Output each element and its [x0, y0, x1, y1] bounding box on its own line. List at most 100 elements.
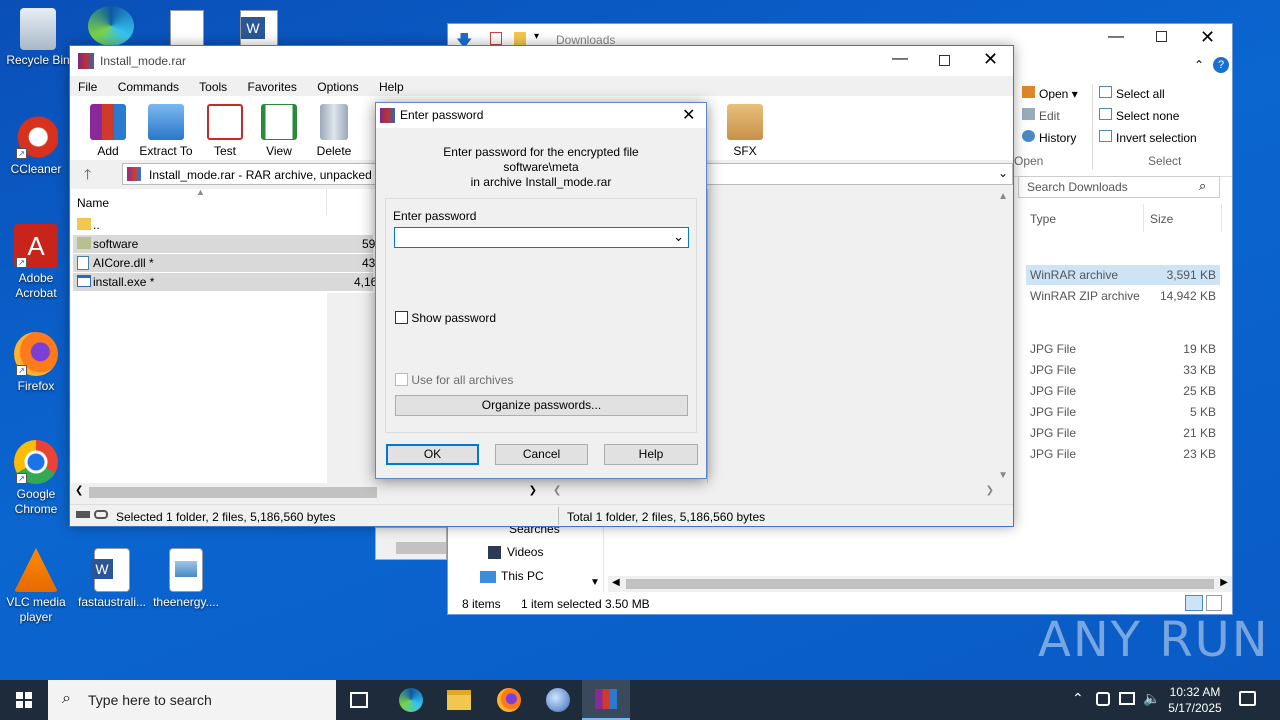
nav-scroll-down-icon[interactable]: ▼ [590, 577, 600, 588]
column-header-size[interactable]: Size [1150, 212, 1173, 226]
details-view-icon[interactable] [1185, 595, 1203, 611]
view-button[interactable]: View [251, 104, 307, 158]
show-password-checkbox[interactable]: Show password [395, 310, 496, 325]
cancel-button[interactable]: Cancel [495, 444, 588, 465]
organize-passwords-button[interactable]: Organize passwords... [395, 395, 688, 416]
table-row[interactable]: JPG File 19 KB [1026, 339, 1220, 359]
search-icon: ⌕ [62, 690, 71, 707]
preview-horizontal-scrollbar[interactable]: ❮ ❯ [545, 483, 1012, 501]
column-header-name[interactable]: Name [77, 196, 109, 210]
notifications-icon[interactable] [1239, 691, 1256, 706]
image-file-icon [169, 548, 203, 592]
task-view-icon[interactable] [350, 692, 368, 708]
nav-item-this-pc[interactable]: This PC [480, 569, 544, 583]
desktop-icon-image-file[interactable]: theenergy.... [150, 548, 222, 610]
help-icon[interactable]: ? [1213, 57, 1229, 73]
menu-file[interactable]: File [78, 80, 97, 94]
delete-button[interactable]: Delete [306, 104, 362, 158]
app-taskbar-icon[interactable] [546, 688, 570, 712]
select-none-button[interactable]: Select none [1099, 108, 1179, 123]
minimize-icon[interactable]: — [892, 50, 908, 68]
up-arrow-icon[interactable]: 🡑 [84, 164, 91, 188]
close-icon[interactable]: ✕ [682, 105, 695, 125]
key-icon [94, 510, 108, 519]
add-button[interactable]: Add [80, 104, 136, 158]
horizontal-scrollbar[interactable]: ◀ ▶ [608, 576, 1232, 592]
select-group-label: Select [1148, 154, 1182, 168]
table-row[interactable]: JPG File 23 KB [1026, 444, 1220, 464]
menu-tools[interactable]: Tools [199, 80, 227, 94]
extract-to-button[interactable]: Extract To [136, 104, 196, 158]
exe-file-icon [77, 275, 91, 287]
ribbon-collapse-icon[interactable]: ⌃ [1194, 58, 1204, 72]
anyrun-watermark: ANY RUN [1038, 612, 1270, 668]
enter-password-dialog[interactable]: Enter password ✕ Enter password for the … [375, 102, 707, 479]
desktop-icon-google-chrome[interactable]: ↗ Google Chrome [0, 440, 72, 517]
table-row[interactable]: JPG File 5 KB [1026, 402, 1220, 422]
table-row[interactable]: WinRAR archive 3,591 KB [1026, 265, 1220, 285]
row-type: JPG File [1030, 447, 1077, 461]
network-icon[interactable] [1119, 692, 1135, 705]
close-icon[interactable]: ✕ [983, 49, 998, 70]
winrar-taskbar-button[interactable] [582, 680, 630, 720]
quick-access-dropdown-icon[interactable]: ▾ [534, 31, 539, 42]
clock-date: 5/17/2025 [1168, 701, 1222, 715]
firefox-taskbar-icon[interactable] [497, 688, 521, 712]
file-explorer-taskbar-icon[interactable] [447, 690, 471, 710]
edge-desktop-icon[interactable] [88, 6, 134, 46]
menu-options[interactable]: Options [317, 80, 358, 94]
table-row[interactable]: JPG File 33 KB [1026, 360, 1220, 380]
column-header-type[interactable]: Type [1030, 212, 1056, 226]
search-downloads-input[interactable]: Search Downloads ⌕ [1018, 176, 1220, 198]
list-item[interactable]: software 59 [73, 235, 375, 253]
maximize-icon[interactable] [1156, 31, 1167, 42]
desktop-icon-word-doc[interactable]: W fastaustrali... [76, 548, 148, 610]
word-desktop-icon[interactable]: W [240, 10, 278, 46]
test-button[interactable]: Test [197, 104, 253, 158]
desktop-icon-recycle-bin[interactable]: Recycle Bin [2, 8, 74, 68]
file-list-horizontal-scrollbar[interactable]: ❮ ❯ [71, 483, 541, 501]
large-icons-view-icon[interactable] [1206, 595, 1222, 611]
history-button[interactable]: History [1022, 130, 1076, 145]
ok-button[interactable]: OK [386, 444, 479, 465]
nav-item-videos[interactable]: Videos [488, 545, 543, 560]
menu-commands[interactable]: Commands [118, 80, 179, 94]
table-row[interactable]: WinRAR ZIP archive 14,942 KB [1026, 286, 1220, 306]
table-row[interactable]: JPG File 21 KB [1026, 423, 1220, 443]
row-type: JPG File [1030, 426, 1077, 440]
chevron-down-icon[interactable]: ⌄ [673, 229, 684, 245]
edge-taskbar-icon[interactable] [399, 688, 423, 712]
network-status-icon[interactable] [1096, 692, 1110, 706]
edit-button[interactable]: Edit [1022, 108, 1060, 123]
show-hidden-icons-icon[interactable]: ⌃ [1072, 690, 1084, 707]
image-desktop-icon[interactable] [170, 10, 204, 46]
list-item[interactable]: AICore.dll * 43 [73, 254, 375, 272]
desktop-icon-adobe-acrobat[interactable]: A ↗ Adobe Acrobat [0, 224, 72, 301]
desktop-icon-firefox[interactable]: ↗ Firefox [0, 332, 72, 394]
path-dropdown-icon[interactable]: ⌄ [998, 166, 1008, 180]
list-item[interactable]: install.exe * 4,16 [73, 273, 377, 291]
parent-folder-icon [77, 218, 91, 230]
sfx-button[interactable]: SFX [717, 104, 773, 158]
volume-icon[interactable]: 🔈 [1143, 690, 1160, 707]
desktop-icon-vlc[interactable]: VLC media player [0, 548, 72, 625]
close-icon[interactable]: ✕ [1200, 27, 1215, 48]
start-button[interactable] [0, 680, 48, 720]
help-button[interactable]: Help [604, 444, 698, 465]
taskbar-search-box[interactable]: ⌕ Type here to search [48, 680, 336, 720]
open-button[interactable]: Open ▾ [1022, 86, 1078, 101]
password-input[interactable]: ⌄ [394, 227, 689, 248]
shortcut-arrow-icon: ↗ [16, 365, 27, 376]
maximize-icon[interactable] [939, 55, 950, 66]
properties-icon [490, 32, 502, 45]
menu-favorites[interactable]: Favorites [248, 80, 297, 94]
minimize-icon[interactable]: — [1108, 28, 1124, 46]
select-all-button[interactable]: Select all [1099, 86, 1165, 101]
invert-selection-button[interactable]: Invert selection [1099, 130, 1197, 145]
table-row[interactable]: JPG File 25 KB [1026, 381, 1220, 401]
clock[interactable]: 10:32 AM 5/17/2025 [1162, 684, 1228, 716]
file-name: software [93, 237, 139, 251]
desktop-icon-ccleaner[interactable]: ↗ CCleaner [0, 115, 72, 177]
menu-help[interactable]: Help [379, 80, 404, 94]
desktop-icon-label: Google Chrome [14, 487, 58, 516]
